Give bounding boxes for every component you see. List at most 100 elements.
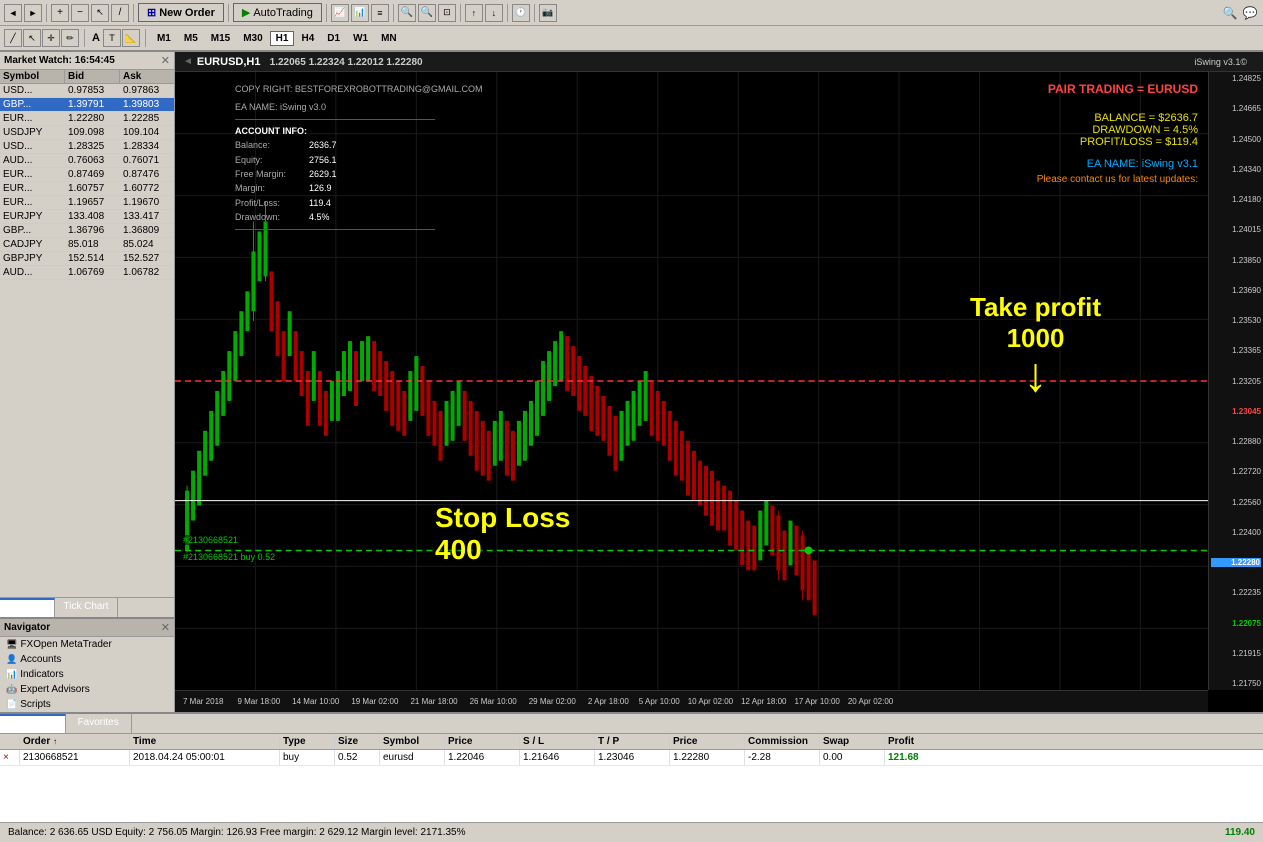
col-bid: Bid <box>65 70 120 83</box>
mw-row-eur[interactable]: EUR... 1.22280 1.22285 <box>0 112 174 126</box>
tb-chart-btn2[interactable]: 📊 <box>351 4 369 22</box>
toolbar-btn-2[interactable]: ► <box>24 4 42 22</box>
toolbar-btn-6[interactable]: / <box>111 4 129 22</box>
tab-favorites[interactable]: Favorites <box>66 714 132 733</box>
account-info-title: ACCOUNT INFO: <box>235 124 483 138</box>
profitloss-right: PROFIT/LOSS = $119.4 <box>1037 136 1198 148</box>
mw-row-aud[interactable]: AUD... 0.76063 0.76071 <box>0 154 174 168</box>
statusbar-profit: 119.40 <box>1225 827 1255 838</box>
mw-row-eurjpy[interactable]: EURJPY 133.408 133.417 <box>0 210 174 224</box>
mw-time: 16:54:45 <box>75 55 115 66</box>
price-2: 1.24665 <box>1211 104 1261 113</box>
tb-fib-tool[interactable]: 📐 <box>122 29 140 47</box>
mw-close-btn[interactable]: ✕ <box>161 54 170 67</box>
tb-fit[interactable]: ⊡ <box>438 4 456 22</box>
mw-row-usd2[interactable]: USD... 1.28325 1.28334 <box>0 140 174 154</box>
order-row-1[interactable]: × 2130668521 2018.04.24 05:00:01 buy 0.5… <box>0 750 1263 766</box>
tb-draw-line[interactable]: ╱ <box>4 29 22 47</box>
tf-w1[interactable]: W1 <box>347 31 374 46</box>
nav-close-btn[interactable]: ✕ <box>161 621 170 634</box>
mw-row-eur2[interactable]: EUR... 0.87469 0.87476 <box>0 168 174 182</box>
mw-row-aud2[interactable]: AUD... 1.06769 1.06782 <box>0 266 174 280</box>
copyright-text: COPY RIGHT: BESTFOREXROBOTTRADING@GMAIL.… <box>235 82 483 96</box>
tf-m15[interactable]: M15 <box>205 31 236 46</box>
nav-item-indicators[interactable]: 📊 Indicators <box>0 667 174 682</box>
toolbar-btn-3[interactable]: + <box>51 4 69 22</box>
profitloss-value: 119.4 <box>309 196 331 210</box>
mw-row-gbpjpy[interactable]: GBPJPY 152.514 152.527 <box>0 252 174 266</box>
sep3 <box>228 4 229 22</box>
tf-d1[interactable]: D1 <box>321 31 346 46</box>
toolbar-btn-4[interactable]: − <box>71 4 89 22</box>
profitloss-label: Profit/Loss: <box>235 196 305 210</box>
tb-search-icon[interactable]: 🔍 <box>1221 4 1239 22</box>
tb-draw-tool[interactable]: ✏ <box>61 29 79 47</box>
mw-tabs: Symbols Tick Chart <box>0 597 174 617</box>
nav-item-fxopen[interactable]: 🖥 FXOpen MetaTrader <box>0 637 174 652</box>
label-A: A <box>90 32 102 44</box>
time-12: 17 Apr 10:00 <box>790 697 843 706</box>
nav-item-scripts[interactable]: 📄 Scripts <box>0 697 174 712</box>
tb-text-tool[interactable]: T <box>103 29 121 47</box>
price-8: 1.23690 <box>1211 286 1261 295</box>
tf-m1[interactable]: M1 <box>151 31 177 46</box>
price-axis: 1.24825 1.24665 1.24500 1.24340 1.24180 … <box>1208 72 1263 690</box>
statusbar: Balance: 2 636.65 USD Equity: 2 756.05 M… <box>0 822 1263 842</box>
price-10: 1.23365 <box>1211 346 1261 355</box>
statusbar-text: Balance: 2 636.65 USD Equity: 2 756.05 M… <box>8 827 466 838</box>
oh-profit: Profit <box>885 734 960 749</box>
price-12: 1.23045 <box>1211 407 1261 416</box>
chart-symbol-label: EURUSD,H1 1.22065 1.22324 1.22012 1.2228… <box>197 56 423 68</box>
new-order-button[interactable]: ⊞ New Order <box>138 3 224 22</box>
tb-draw-cross[interactable]: ✛ <box>42 29 60 47</box>
tb-chart-btn1[interactable]: 📈 <box>331 4 349 22</box>
time-13: 20 Apr 02:00 <box>844 697 897 706</box>
tb-period[interactable]: 🕐 <box>512 4 530 22</box>
chart-area[interactable]: ◄ EURUSD,H1 1.22065 1.22324 1.22012 1.22… <box>175 52 1263 712</box>
tf-h4[interactable]: H4 <box>295 31 320 46</box>
tb-down[interactable]: ↓ <box>485 4 503 22</box>
tb-chart-btn3[interactable]: ≡ <box>371 4 389 22</box>
sep8 <box>534 4 535 22</box>
mw-row-usdjpy[interactable]: USDJPY 109.098 109.104 <box>0 126 174 140</box>
od-swap: 0.00 <box>820 750 885 765</box>
tf-m5[interactable]: M5 <box>178 31 204 46</box>
price-6: 1.24015 <box>1211 225 1261 234</box>
bottom-section: Common Favorites Order ↑ Time Type Size … <box>0 712 1263 822</box>
tf-h1[interactable]: H1 <box>270 31 295 46</box>
mw-row-gbp[interactable]: GBP... 1.39791 1.39803 <box>0 98 174 112</box>
tb-draw-cursor[interactable]: ↖ <box>23 29 41 47</box>
autotrading-button[interactable]: ▶ AutoTrading <box>233 3 322 22</box>
mw-row-cadjpy[interactable]: CADJPY 85.018 85.024 <box>0 238 174 252</box>
tab-tickchart[interactable]: Tick Chart <box>55 598 117 617</box>
mw-row-usd[interactable]: USD... 0.97853 0.97863 <box>0 84 174 98</box>
order-line-label: #2130668521 <box>180 535 241 545</box>
tb-zoom-in[interactable]: 🔍 <box>398 4 416 22</box>
mw-row-eur4[interactable]: EUR... 1.19657 1.19670 <box>0 196 174 210</box>
mw-row-gbp2[interactable]: GBP... 1.36796 1.36809 <box>0 224 174 238</box>
tb-up[interactable]: ↑ <box>465 4 483 22</box>
tf-mn[interactable]: MN <box>375 31 403 46</box>
autotrading-icon: ▶ <box>242 6 250 19</box>
mw-bid-usd: 0.97853 <box>65 84 120 97</box>
tb-zoom-out[interactable]: 🔍 <box>418 4 436 22</box>
sep6 <box>460 4 461 22</box>
tb-chat-icon[interactable]: 💬 <box>1241 4 1259 22</box>
stop-loss-annotation: Stop Loss400 <box>435 502 570 566</box>
tf-m30[interactable]: M30 <box>237 31 268 46</box>
freemargin-value: 2629.1 <box>309 167 337 181</box>
sep7 <box>507 4 508 22</box>
tb-screenshot[interactable]: 📷 <box>539 4 557 22</box>
mw-row-eur3[interactable]: EUR... 1.60757 1.60772 <box>0 182 174 196</box>
nav-item-accounts[interactable]: 👤 Accounts <box>0 652 174 667</box>
tab-symbols[interactable]: Symbols <box>0 598 55 617</box>
nav-item-experts[interactable]: 🤖 Expert Advisors <box>0 682 174 697</box>
mw-sym-eur: EUR... <box>0 112 65 125</box>
toolbar-btn-1[interactable]: ◄ <box>4 4 22 22</box>
time-9: 5 Apr 10:00 <box>635 697 684 706</box>
od-size: 0.52 <box>335 750 380 765</box>
tab-common[interactable]: Common <box>0 714 66 733</box>
toolbar-btn-5[interactable]: ↖ <box>91 4 109 22</box>
price-5: 1.24180 <box>1211 195 1261 204</box>
time-5: 21 Mar 18:00 <box>404 697 463 706</box>
